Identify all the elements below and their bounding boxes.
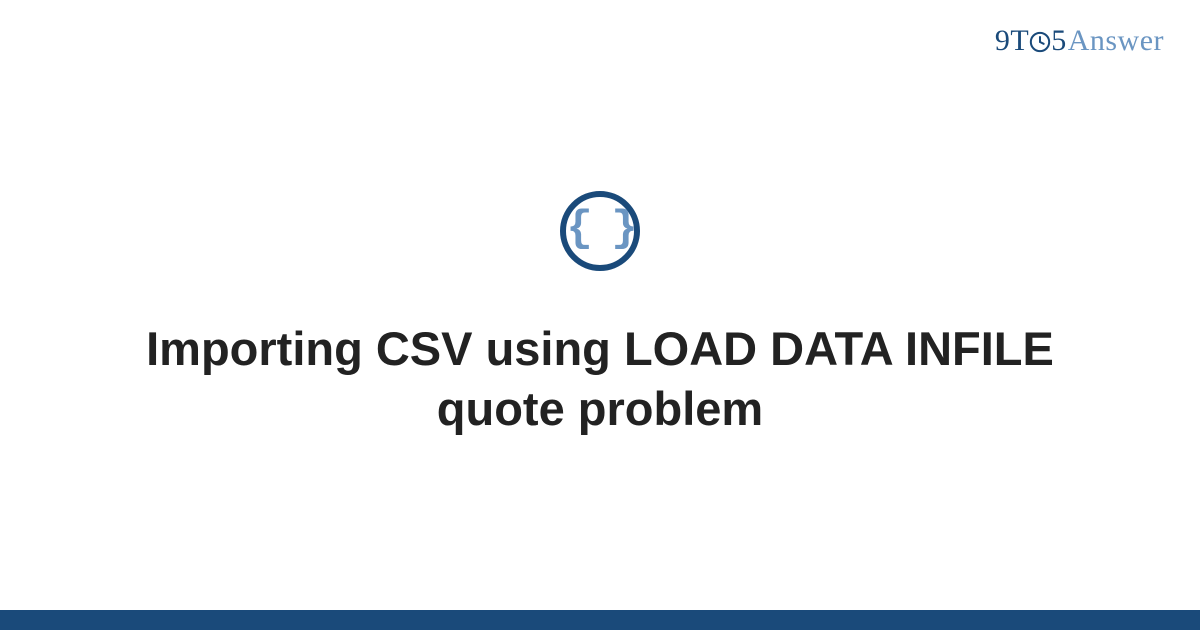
braces-glyph: { }: [566, 207, 633, 251]
footer-bar: [0, 610, 1200, 630]
main-content: { } Importing CSV using LOAD DATA INFILE…: [0, 0, 1200, 610]
page-title: Importing CSV using LOAD DATA INFILE quo…: [100, 319, 1100, 439]
code-braces-icon: { }: [560, 191, 640, 271]
